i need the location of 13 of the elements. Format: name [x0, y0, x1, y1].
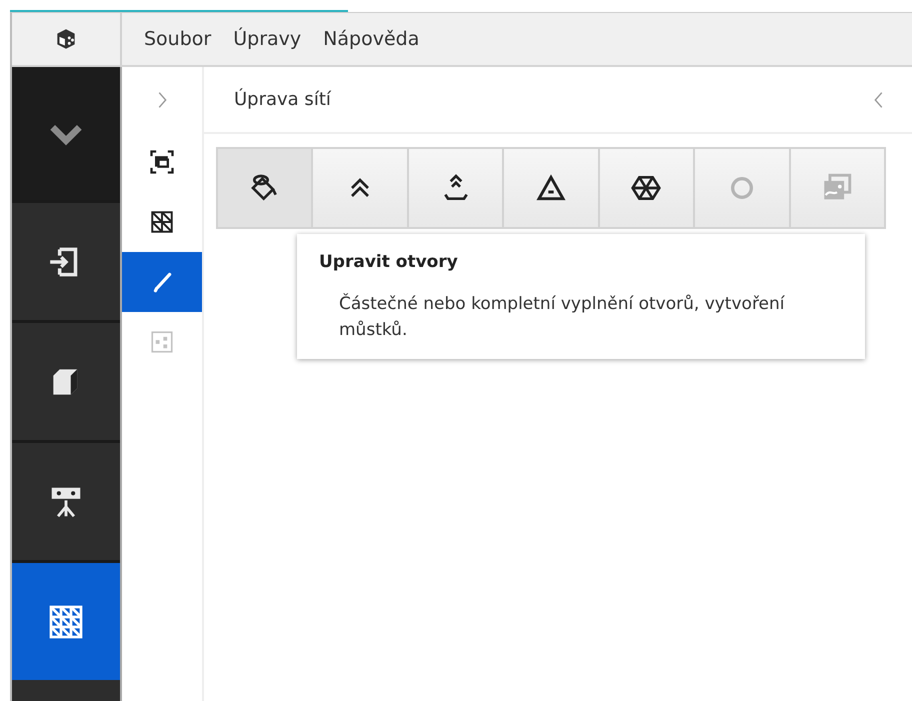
sidebar-item[interactable]	[12, 560, 120, 680]
menu-item[interactable]: Nápověda	[323, 28, 420, 50]
tooltip-text: Částečné nebo kompletní vyplnění otvorů, vytvoření můstků.	[338, 292, 786, 342]
panel-title: Úprava sítí	[234, 89, 331, 110]
tool-button[interactable]	[504, 149, 600, 227]
focus-frame-icon	[148, 148, 176, 176]
dots-icon	[149, 329, 175, 355]
tool-button[interactable]	[218, 149, 314, 227]
tooltip-title: Upravit otvory	[319, 252, 459, 272]
tool-button[interactable]	[600, 149, 696, 227]
menu-item[interactable]: Úpravy	[233, 28, 302, 50]
menu-item[interactable]: Soubor	[144, 28, 212, 50]
grid-icon	[149, 209, 175, 235]
